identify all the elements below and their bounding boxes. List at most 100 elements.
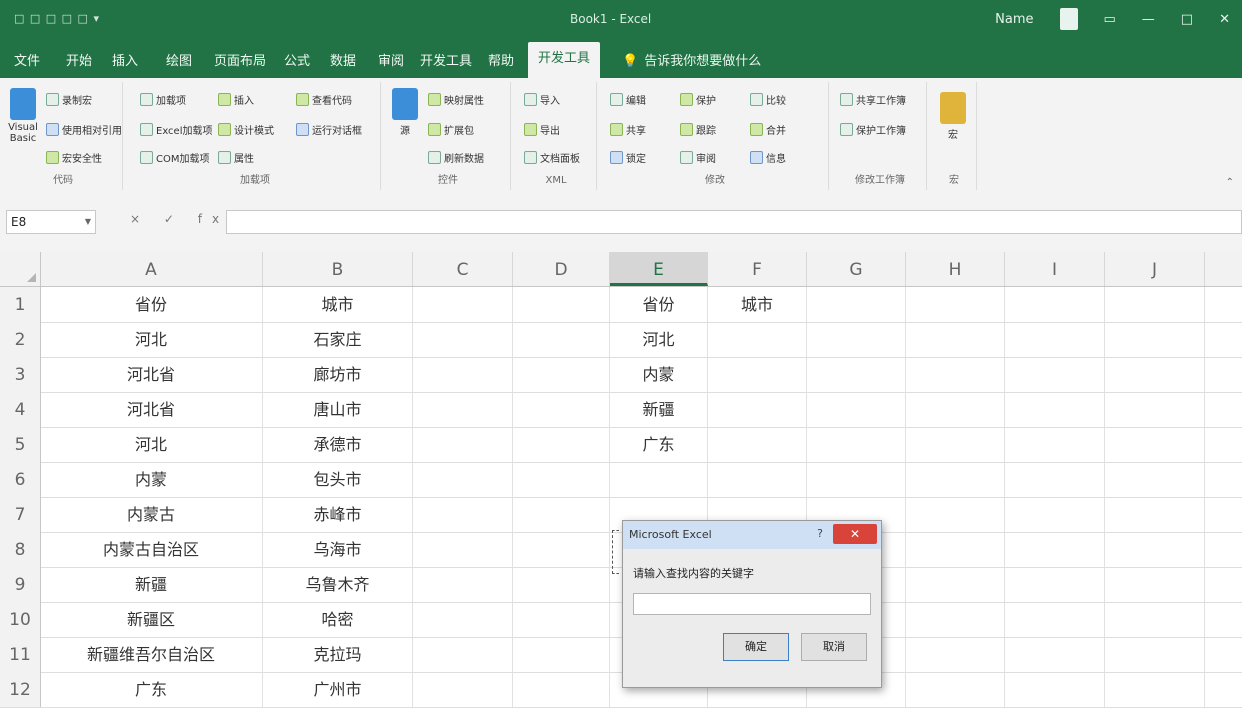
dialog-input[interactable] [633, 593, 871, 615]
cell-b9[interactable]: 乌鲁木齐 [263, 567, 413, 602]
merge-button[interactable]: 合并 [750, 122, 786, 137]
tab-insert[interactable]: 插入 [112, 50, 138, 69]
cell-b8[interactable]: 乌海市 [263, 532, 413, 567]
run-dialog-button[interactable]: 运行对话框 [296, 122, 362, 137]
cell-d7[interactable] [513, 497, 610, 532]
select-all-button[interactable] [0, 252, 41, 286]
cell-j4[interactable] [1105, 392, 1205, 427]
row-header[interactable]: 2 [0, 322, 41, 357]
visual-basic-button[interactable]: Visual Basic [8, 88, 38, 144]
cell-i4[interactable] [1005, 392, 1105, 427]
cell-f3[interactable] [708, 357, 807, 392]
row-header[interactable]: 10 [0, 602, 41, 637]
cell-g4[interactable] [807, 392, 906, 427]
cell-j9[interactable] [1105, 567, 1205, 602]
insert-control-button[interactable]: 插入 [218, 92, 254, 107]
cell-b4[interactable]: 唐山市 [263, 392, 413, 427]
column-header-i[interactable]: I [1005, 252, 1105, 286]
cell-i10[interactable] [1005, 602, 1105, 637]
cell-b2[interactable]: 石家庄 [263, 322, 413, 357]
cell-i3[interactable] [1005, 357, 1105, 392]
compare-button[interactable]: 比较 [750, 92, 786, 107]
tab-view[interactable]: 开发工具 [420, 50, 472, 69]
cell-b11[interactable]: 克拉玛 [263, 637, 413, 672]
cell-a10[interactable]: 新疆区 [40, 602, 263, 637]
cell-j6[interactable] [1105, 462, 1205, 497]
review-button[interactable]: 审阅 [680, 150, 716, 165]
cell-j12[interactable] [1105, 672, 1205, 707]
column-header-a[interactable]: A [40, 252, 263, 286]
cell-a9[interactable]: 新疆 [40, 567, 263, 602]
expansion-packs-button[interactable]: 扩展包 [428, 122, 474, 137]
tab-formulas[interactable]: 公式 [284, 50, 310, 69]
cell-i11[interactable] [1005, 637, 1105, 672]
row-header[interactable]: 7 [0, 497, 41, 532]
macros-button[interactable]: 宏 [938, 92, 968, 141]
map-properties-button[interactable]: 映射属性 [428, 92, 484, 107]
lock-button[interactable]: 锁定 [610, 150, 646, 165]
name-box[interactable]: E8 ▼ [6, 210, 96, 234]
cell-c2[interactable] [413, 322, 513, 357]
tab-home[interactable]: 开始 [66, 50, 92, 69]
maximize-icon[interactable]: □ [1181, 12, 1193, 27]
cell-a12[interactable]: 广东 [40, 672, 263, 707]
cell-b6[interactable]: 包头市 [263, 462, 413, 497]
cell-i8[interactable] [1005, 532, 1105, 567]
cell-h5[interactable] [906, 427, 1005, 462]
cell-d2[interactable] [513, 322, 610, 357]
cell-e5[interactable]: 广东 [610, 427, 708, 462]
import-button[interactable]: 导入 [524, 92, 560, 107]
cell-g1[interactable] [807, 287, 906, 322]
column-header-g[interactable]: G [807, 252, 906, 286]
cell-d6[interactable] [513, 462, 610, 497]
cell-h2[interactable] [906, 322, 1005, 357]
excel-addins-button[interactable]: Excel加载项 [140, 122, 213, 137]
cell-e3[interactable]: 内蒙 [610, 357, 708, 392]
tab-draw[interactable]: 绘图 [166, 50, 192, 69]
cell-d1[interactable] [513, 287, 610, 322]
tab-data[interactable]: 数据 [330, 50, 356, 69]
cell-h8[interactable] [906, 532, 1005, 567]
tab-developer[interactable]: 开发工具 [528, 42, 601, 78]
cell-a5[interactable]: 河北 [40, 427, 263, 462]
cell-e6[interactable] [610, 462, 708, 497]
user-name[interactable]: Name [995, 12, 1033, 27]
column-header-c[interactable]: C [413, 252, 513, 286]
cell-b10[interactable]: 哈密 [263, 602, 413, 637]
cell-h1[interactable] [906, 287, 1005, 322]
cell-f6[interactable] [708, 462, 807, 497]
cell-j10[interactable] [1105, 602, 1205, 637]
close-icon[interactable]: ✕ [833, 524, 877, 544]
design-mode-button[interactable]: 设计模式 [218, 122, 274, 137]
cell-a3[interactable]: 河北省 [40, 357, 263, 392]
row-header[interactable]: 5 [0, 427, 41, 462]
tab-file[interactable]: 文件 [14, 50, 40, 69]
info-button[interactable]: 信息 [750, 150, 786, 165]
column-header-d[interactable]: D [513, 252, 610, 286]
chevron-down-icon[interactable]: ▼ [85, 211, 91, 233]
protect-workbook-button[interactable]: 保护工作簿 [840, 122, 906, 137]
macro-security-button[interactable]: 宏安全性 [46, 150, 102, 165]
column-header-j[interactable]: J [1105, 252, 1205, 286]
cancel-button[interactable]: 取消 [801, 633, 867, 661]
cell-d3[interactable] [513, 357, 610, 392]
cell-c10[interactable] [413, 602, 513, 637]
row-header[interactable]: 11 [0, 637, 41, 672]
record-macro-button[interactable]: 录制宏 [46, 92, 92, 107]
row-header[interactable]: 1 [0, 287, 41, 322]
cell-i9[interactable] [1005, 567, 1105, 602]
cell-g3[interactable] [807, 357, 906, 392]
minimize-icon[interactable]: — [1142, 12, 1155, 27]
cell-a8[interactable]: 内蒙古自治区 [40, 532, 263, 567]
cell-b7[interactable]: 赤峰市 [263, 497, 413, 532]
dialog-title-bar[interactable]: Microsoft Excel ? ✕ [623, 521, 881, 549]
share-workbook-button[interactable]: 共享工作簿 [840, 92, 906, 107]
cell-h4[interactable] [906, 392, 1005, 427]
protect-button[interactable]: 保护 [680, 92, 716, 107]
column-header-f[interactable]: F [708, 252, 807, 286]
cell-d4[interactable] [513, 392, 610, 427]
cell-h11[interactable] [906, 637, 1005, 672]
close-icon[interactable]: ✕ [1219, 12, 1230, 27]
cell-h7[interactable] [906, 497, 1005, 532]
export-button[interactable]: 导出 [524, 122, 560, 137]
